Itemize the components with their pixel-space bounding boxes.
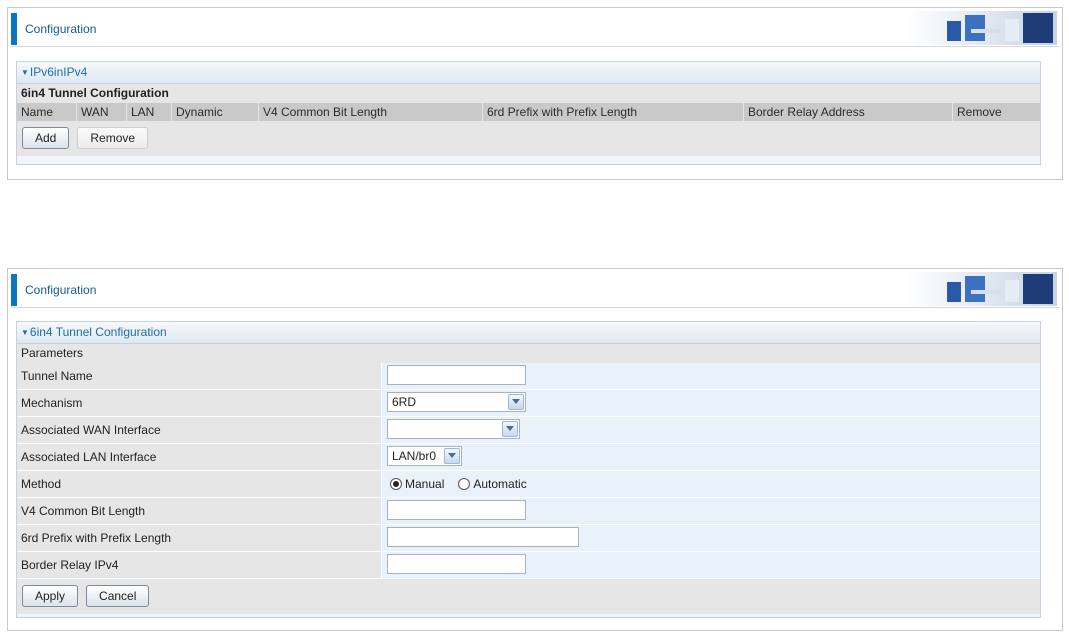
ipv6inipv4-list-panel: Configuration ▼IPv6inIPv4 6in4 Tunnel Co… (7, 7, 1063, 180)
column-header-lan: LAN (127, 103, 172, 121)
lan-interface-selected-value: LAN/br0 (392, 449, 437, 463)
column-header-dynamic: Dynamic (172, 103, 259, 121)
page-title: Configuration (25, 283, 97, 297)
method-automatic-radio[interactable] (458, 478, 471, 490)
mechanism-cell: 6RD (382, 390, 1040, 416)
section-title-label: IPv6inIPv4 (29, 65, 88, 79)
v4-common-bit-length-input[interactable] (387, 500, 526, 520)
column-header-name: Name (17, 103, 77, 121)
border-relay-cell (382, 552, 1040, 578)
column-header-wan: WAN (77, 103, 127, 121)
row-mechanism: Mechanism 6RD (17, 390, 1040, 417)
border-relay-input[interactable] (387, 554, 526, 574)
tunnel-name-label: Tunnel Name (17, 363, 382, 389)
configuration-header: Configuration (11, 271, 1059, 308)
method-manual-radio[interactable] (390, 478, 402, 490)
method-automatic-label[interactable]: Automatic (473, 477, 526, 491)
remove-button[interactable]: Remove (77, 127, 149, 149)
row-method: Method Manual Automatic (17, 471, 1040, 498)
configuration-header: Configuration (11, 10, 1059, 47)
row-lan-interface: Associated LAN Interface LAN/br0 (17, 444, 1040, 471)
tunnel-name-cell (382, 363, 1040, 389)
wan-interface-label: Associated WAN Interface (17, 417, 382, 443)
ipv6inipv4-section: ▼IPv6inIPv4 6in4 Tunnel Configuration Na… (16, 61, 1041, 165)
method-cell: Manual Automatic (382, 471, 1040, 497)
button-row: Apply Cancel (17, 579, 1040, 614)
accent-bar (11, 274, 17, 306)
parameters-header: Parameters (17, 344, 1040, 363)
mechanism-label: Mechanism (17, 390, 382, 416)
wan-interface-cell (382, 417, 1040, 443)
lan-interface-select[interactable]: LAN/br0 (387, 446, 462, 466)
6in4-tunnel-section: ▼6in4 Tunnel Configuration Parameters Tu… (16, 321, 1041, 618)
button-row: Add Remove (17, 121, 1040, 156)
column-header-v4-common-bit-length: V4 Common Bit Length (259, 103, 483, 121)
chevron-down-icon[interactable] (508, 394, 524, 410)
column-header-remove: Remove (957, 105, 1002, 119)
collapse-triangle-icon[interactable]: ▼ (21, 328, 29, 337)
border-relay-label: Border Relay IPv4 (17, 552, 382, 578)
row-v4-common-bit-length: V4 Common Bit Length (17, 498, 1040, 525)
header-banner-icon (907, 272, 1057, 306)
apply-button[interactable]: Apply (22, 585, 79, 607)
cancel-button[interactable]: Cancel (86, 585, 150, 607)
accent-bar (11, 13, 17, 45)
table-header-row: Name WAN LAN Dynamic V4 Common Bit Lengt… (17, 103, 1040, 121)
row-border-relay: Border Relay IPv4 (17, 552, 1040, 579)
section-title: ▼6in4 Tunnel Configuration (17, 322, 1040, 344)
section-title-label: 6in4 Tunnel Configuration (29, 325, 167, 339)
wan-interface-select[interactable] (387, 419, 520, 439)
lan-interface-label: Associated LAN Interface (17, 444, 382, 470)
collapse-triangle-icon[interactable]: ▼ (21, 68, 29, 77)
add-button[interactable]: Add (22, 127, 70, 149)
page-title: Configuration (25, 22, 97, 36)
method-label: Method (17, 471, 382, 497)
row-6rd-prefix: 6rd Prefix with Prefix Length (17, 525, 1040, 552)
table-caption: 6in4 Tunnel Configuration (17, 84, 1040, 103)
row-tunnel-name: Tunnel Name (17, 363, 1040, 390)
header-banner-icon (907, 11, 1057, 45)
lan-interface-cell: LAN/br0 (382, 444, 1040, 470)
6rd-prefix-input[interactable] (387, 527, 579, 547)
6in4-tunnel-form-panel: Configuration ▼6in4 Tunnel Configuration… (7, 268, 1063, 631)
v4-common-bit-length-label: V4 Common Bit Length (17, 498, 382, 524)
chevron-down-icon[interactable] (502, 421, 518, 437)
section-title: ▼IPv6inIPv4 (17, 62, 1040, 84)
column-header-6rd-prefix: 6rd Prefix with Prefix Length (483, 103, 744, 121)
tunnel-name-input[interactable] (387, 365, 526, 385)
mechanism-select[interactable]: 6RD (387, 392, 526, 412)
column-header-border-relay: Border Relay Address (744, 103, 953, 121)
6rd-prefix-label: 6rd Prefix with Prefix Length (17, 525, 382, 551)
method-radio-group: Manual Automatic (390, 476, 541, 492)
method-manual-label[interactable]: Manual (405, 477, 444, 491)
chevron-down-icon[interactable] (444, 448, 460, 464)
mechanism-selected-value: 6RD (392, 395, 417, 409)
v4-common-bit-length-cell (382, 498, 1040, 524)
6rd-prefix-cell (382, 525, 1040, 551)
row-wan-interface: Associated WAN Interface (17, 417, 1040, 444)
